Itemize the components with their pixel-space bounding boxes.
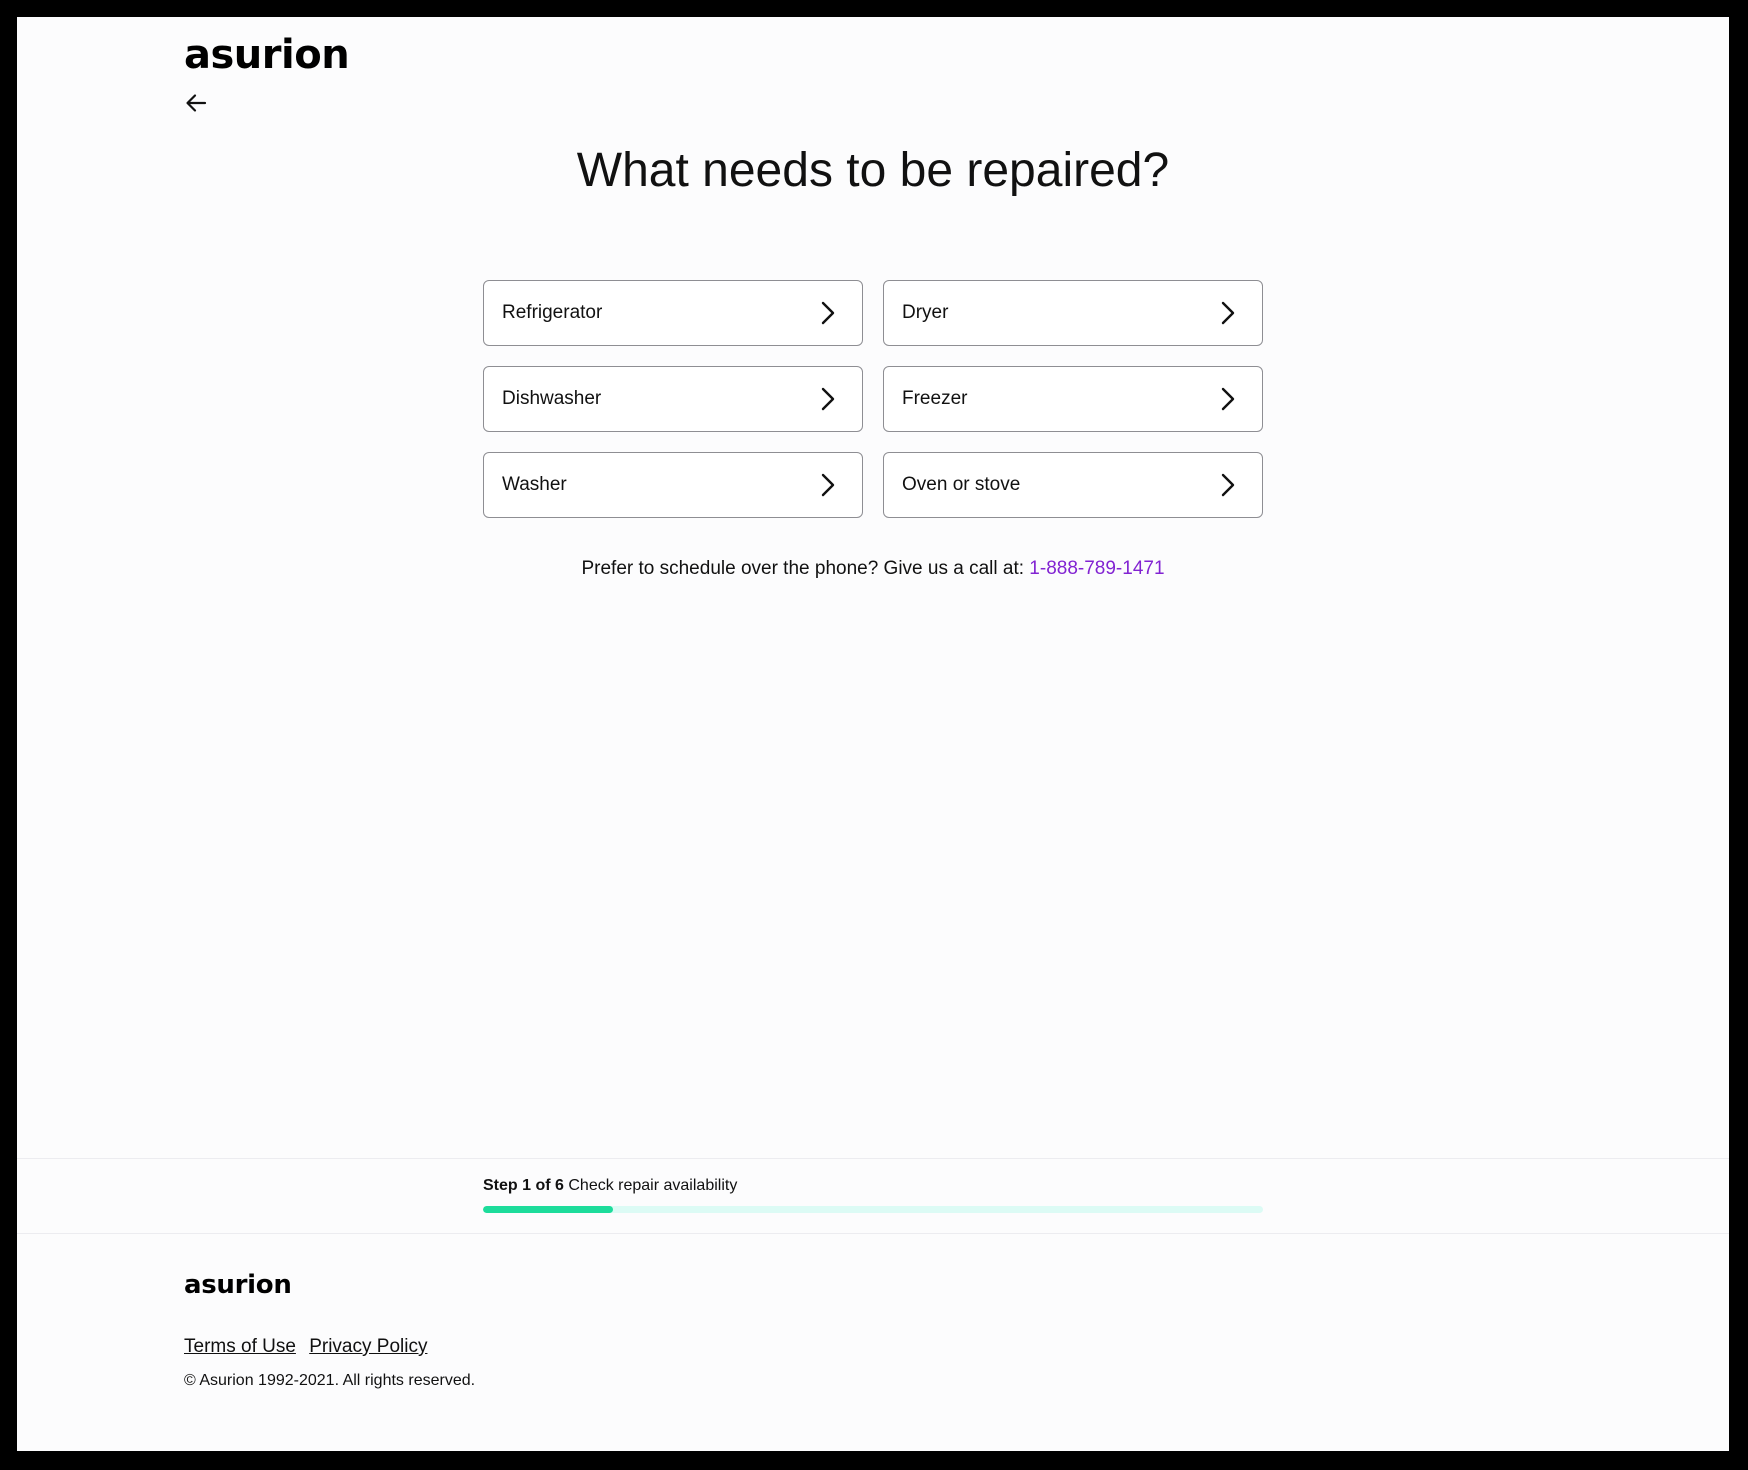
phone-number-link[interactable]: 1-888-789-1471 [1029, 558, 1164, 579]
progress-bar-fill [483, 1206, 614, 1213]
option-label: Dryer [902, 302, 949, 323]
step-counter: Step 1 of 6 [483, 1177, 564, 1194]
footer-links: Terms of Use Privacy Policy [184, 1336, 435, 1358]
progress-section: Step 1 of 6 Check repair availability [17, 1158, 1729, 1234]
chevron-right-icon [816, 387, 840, 411]
option-label: Dishwasher [502, 388, 602, 409]
privacy-policy-link[interactable]: Privacy Policy [309, 1336, 427, 1357]
terms-of-use-link[interactable]: Terms of Use [184, 1336, 296, 1357]
chevron-right-icon [816, 301, 840, 325]
back-button[interactable] [181, 88, 211, 118]
copyright-text: © Asurion 1992-2021. All rights reserved… [184, 1372, 476, 1389]
option-label: Washer [502, 474, 567, 495]
arrow-left-icon [186, 94, 207, 112]
progress-bar [483, 1206, 1263, 1213]
step-description: Check repair availability [568, 1177, 738, 1194]
page-title: What needs to be repaired? [576, 144, 1170, 197]
option-oven-or-stove[interactable]: Oven or stove [883, 452, 1263, 518]
asurion-logo[interactable]: asurion [184, 35, 350, 75]
chevron-right-icon [1216, 473, 1240, 497]
appliance-options: Refrigerator Dryer Dishwasher Freezer Wa… [483, 280, 1263, 518]
option-label: Oven or stove [902, 474, 1021, 495]
option-freezer[interactable]: Freezer [883, 366, 1263, 432]
option-dishwasher[interactable]: Dishwasher [483, 366, 863, 432]
phone-schedule-line: Prefer to schedule over the phone? Give … [17, 558, 1729, 580]
progress-label: Step 1 of 6 Check repair availability [483, 1177, 737, 1195]
page-frame: asurion What needs to be repaired? Refri… [17, 17, 1729, 1451]
option-dryer[interactable]: Dryer [883, 280, 1263, 346]
chevron-right-icon [816, 473, 840, 497]
chevron-right-icon [1216, 387, 1240, 411]
option-label: Freezer [902, 388, 968, 409]
footer-asurion-logo: asurion [184, 1270, 292, 1300]
phone-prompt: Prefer to schedule over the phone? Give … [581, 558, 1025, 579]
chevron-right-icon [1216, 301, 1240, 325]
option-refrigerator[interactable]: Refrigerator [483, 280, 863, 346]
option-washer[interactable]: Washer [483, 452, 863, 518]
option-label: Refrigerator [502, 302, 603, 323]
